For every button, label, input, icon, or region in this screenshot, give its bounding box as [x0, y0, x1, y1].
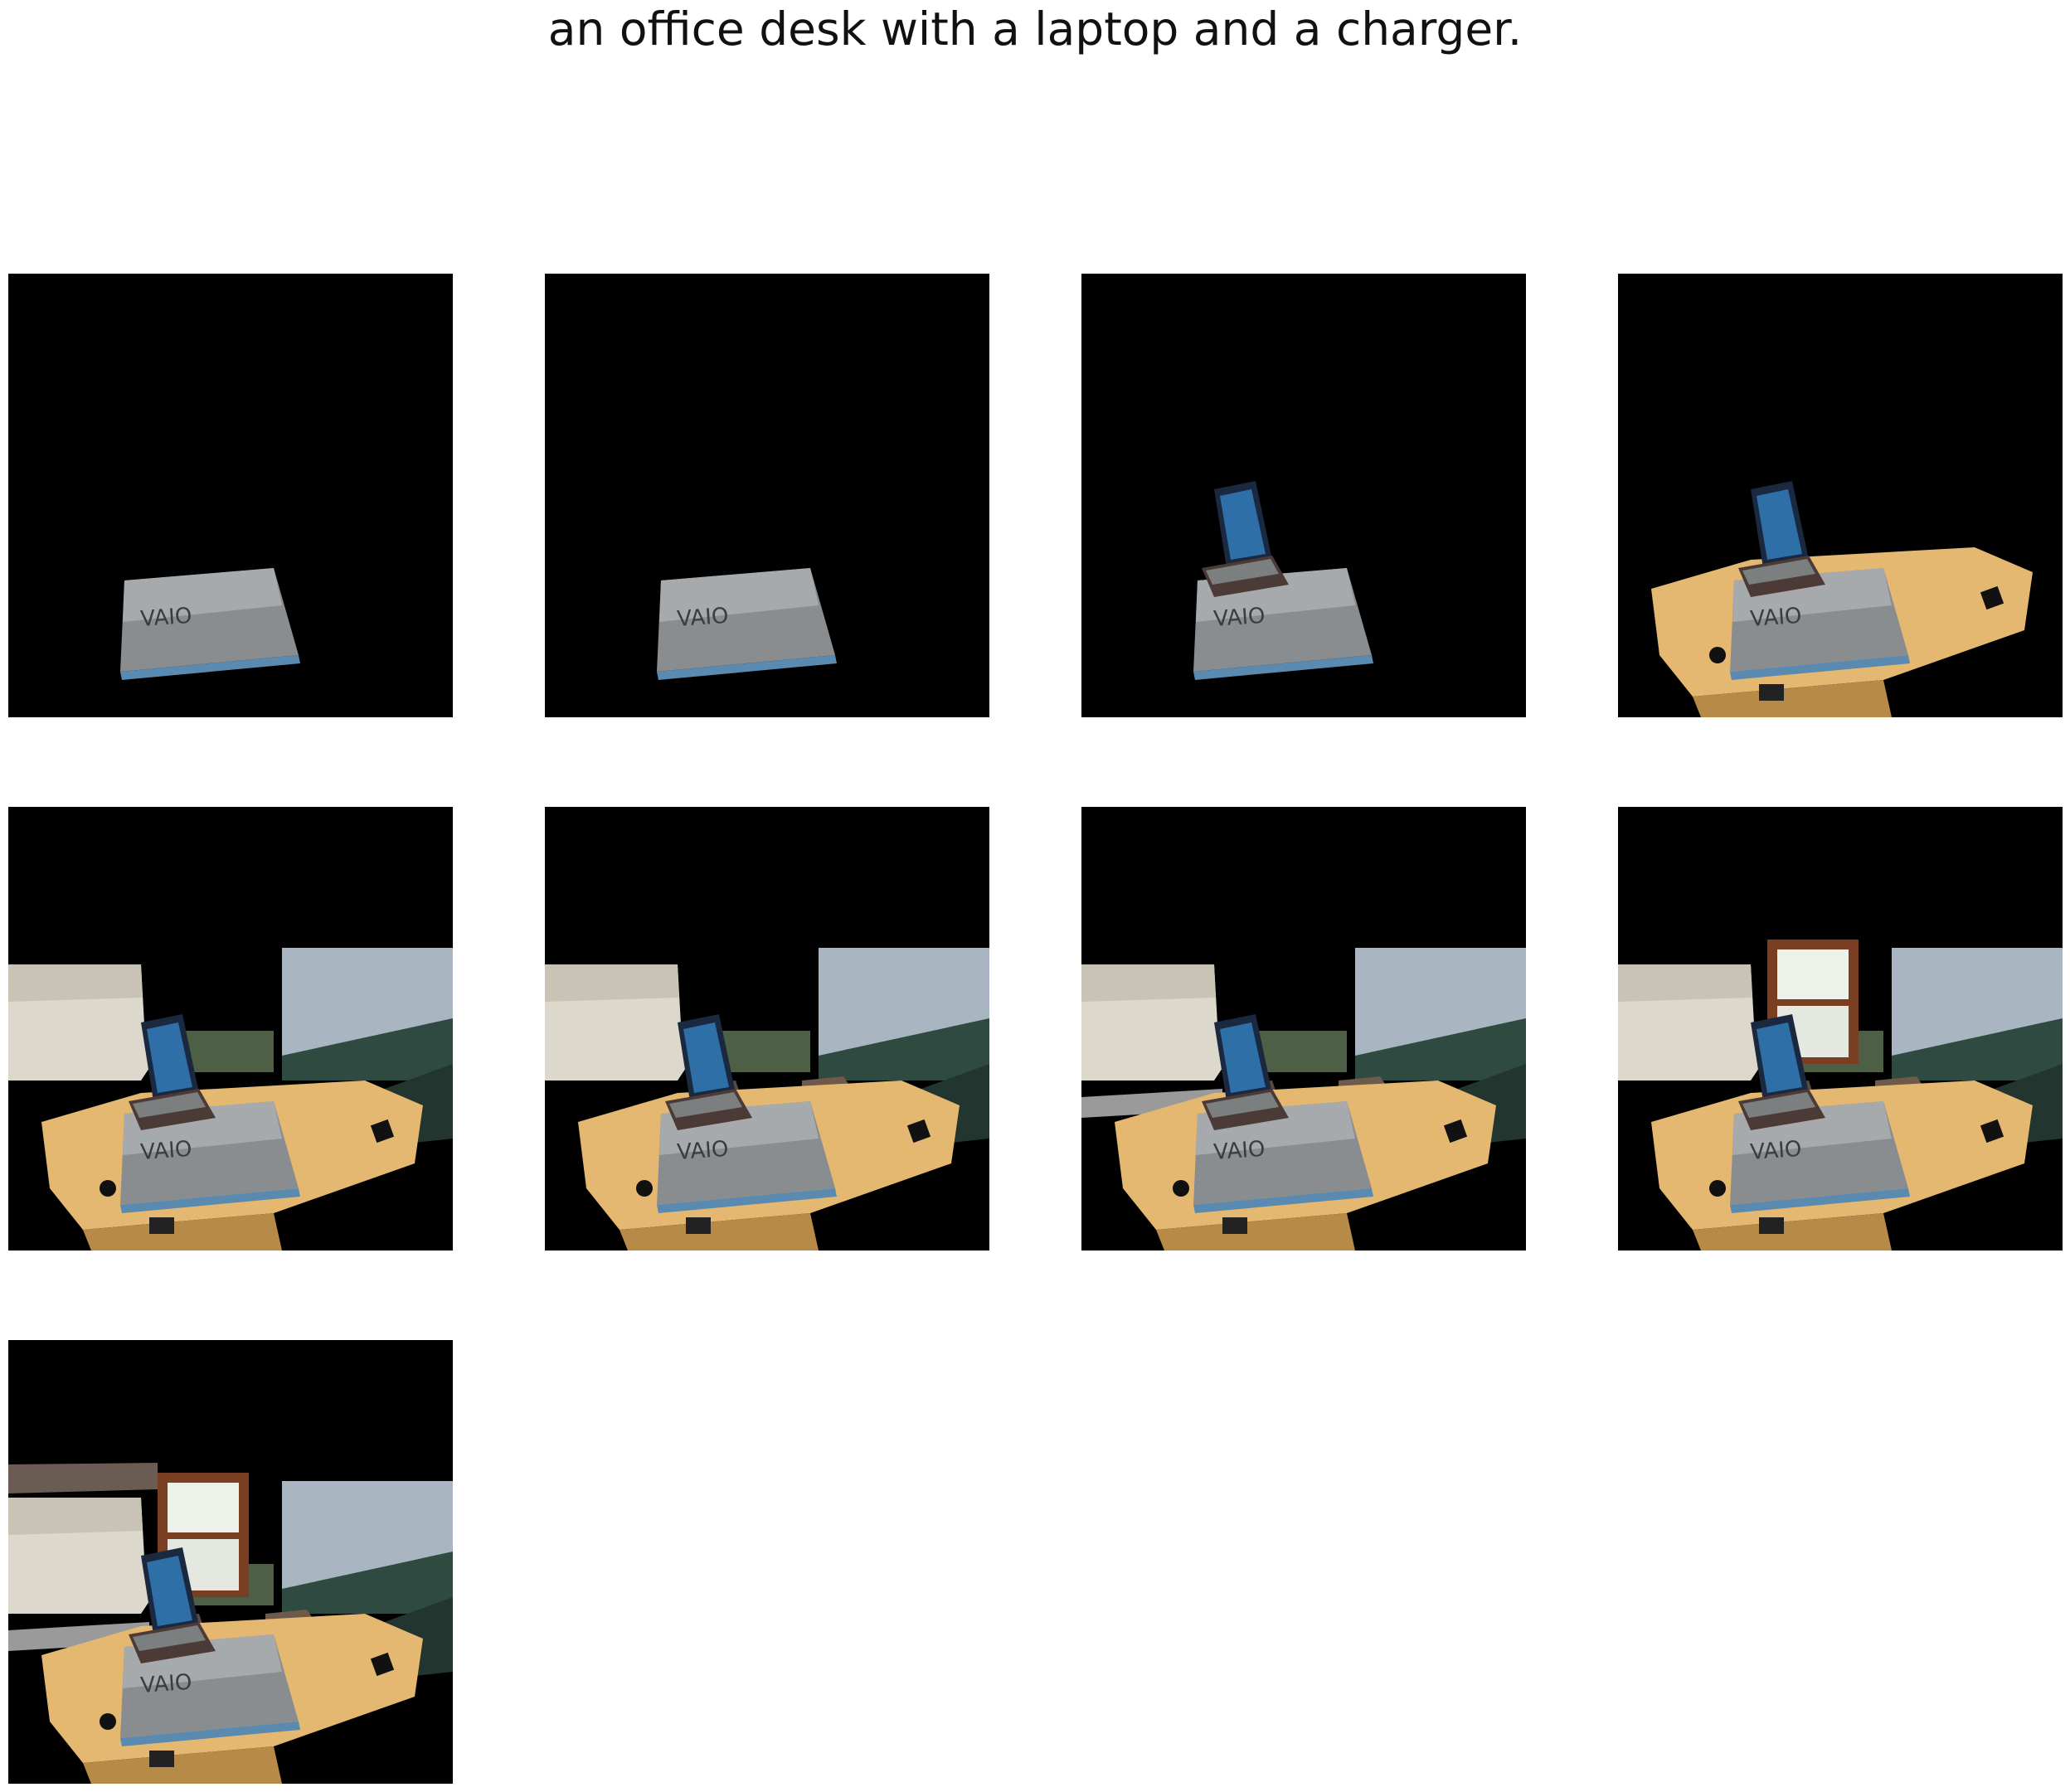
- panel-image: VAIO: [120, 568, 300, 680]
- panel-image: VAIO: [1618, 940, 2063, 1251]
- svg-text:VAIO: VAIO: [139, 604, 192, 632]
- closed-laptop-layer: VAIO: [120, 568, 300, 680]
- open-laptop-layer: [1738, 481, 1825, 597]
- panel-7: VAIO: [1081, 807, 1526, 1251]
- svg-text:VAIO: VAIO: [1749, 604, 1802, 632]
- panel-5: VAIO: [8, 807, 453, 1251]
- panel-1: VAIO: [8, 274, 453, 717]
- panel-6: VAIO: [545, 807, 989, 1251]
- svg-text:VAIO: VAIO: [676, 604, 729, 632]
- panel-image: VAIO: [1081, 948, 1526, 1251]
- panel-2: VAIO: [545, 274, 989, 717]
- svg-text:VAIO: VAIO: [139, 1137, 192, 1165]
- panel-image: VAIO: [1651, 481, 2033, 717]
- figure-caption: an office desk with a laptop and a charg…: [547, 2, 1523, 56]
- closed-laptop-layer: VAIO: [657, 568, 837, 680]
- panel-image: VAIO: [657, 568, 837, 680]
- svg-text:VAIO: VAIO: [1749, 1137, 1802, 1165]
- open-laptop-layer: [1202, 481, 1289, 597]
- svg-text:VAIO: VAIO: [139, 1670, 192, 1698]
- panel-4: VAIO: [1618, 274, 2063, 717]
- panel-9: VAIO: [8, 1340, 453, 1784]
- panel-3: VAIO: [1081, 274, 1526, 717]
- panel-image: VAIO: [8, 1463, 453, 1784]
- panel-8: VAIO: [1618, 807, 2063, 1251]
- panel-image: VAIO: [1193, 481, 1373, 680]
- svg-text:VAIO: VAIO: [1212, 604, 1266, 632]
- panel-image: VAIO: [8, 948, 453, 1251]
- panel-image: VAIO: [545, 948, 989, 1251]
- svg-text:VAIO: VAIO: [1212, 1137, 1266, 1165]
- ceiling-beam-layer: [8, 1463, 158, 1493]
- svg-text:VAIO: VAIO: [676, 1137, 729, 1165]
